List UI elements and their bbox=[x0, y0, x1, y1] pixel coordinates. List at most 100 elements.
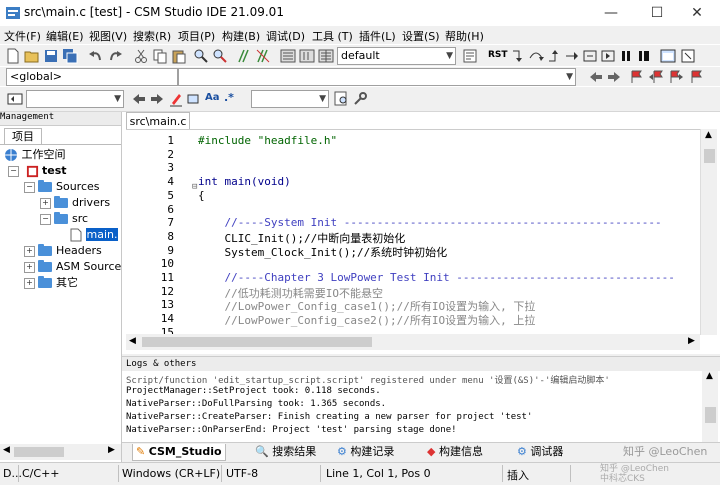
tree-src[interactable]: − src bbox=[40, 211, 88, 227]
tab-build-messages[interactable]: ◆ 构建信息 bbox=[424, 444, 486, 460]
editor-vscrollbar[interactable]: ▲ bbox=[700, 129, 717, 335]
collapse-icon[interactable]: − bbox=[24, 181, 35, 193]
wrench-icon[interactable] bbox=[352, 91, 368, 107]
rebuild-icon[interactable] bbox=[299, 48, 315, 64]
collapse-icon[interactable]: − bbox=[40, 213, 51, 225]
regex-button[interactable]: .* bbox=[224, 91, 234, 104]
menu-view[interactable]: 视图(V) bbox=[89, 28, 127, 44]
scroll-left-icon[interactable]: ◀ bbox=[129, 336, 136, 346]
highlight-icon[interactable] bbox=[168, 91, 184, 107]
tree-asm[interactable]: + ASM Source bbox=[24, 259, 121, 275]
search-files-icon[interactable] bbox=[334, 91, 350, 107]
tree-workspace[interactable]: 工作空间 bbox=[4, 147, 66, 163]
minimize-button[interactable]: — bbox=[588, 0, 634, 26]
build-target-select[interactable]: default ▼ bbox=[337, 47, 456, 65]
scroll-right-icon[interactable]: ▶ bbox=[108, 445, 115, 455]
copy-icon[interactable] bbox=[152, 48, 168, 64]
scroll-up-icon[interactable]: ▲ bbox=[705, 130, 712, 140]
logs-vscrollbar[interactable]: ▲ bbox=[702, 371, 718, 443]
expand-icon[interactable]: + bbox=[24, 277, 35, 289]
menu-plugins[interactable]: 插件(L) bbox=[359, 28, 396, 44]
bookmark-icon[interactable] bbox=[628, 69, 644, 85]
search-back-icon[interactable] bbox=[131, 91, 147, 107]
scope-select[interactable]: <global> bbox=[6, 68, 178, 86]
menu-help[interactable]: 帮助(H) bbox=[445, 28, 484, 44]
menu-settings[interactable]: 设置(S) bbox=[402, 28, 440, 44]
pause-icon[interactable] bbox=[618, 48, 634, 64]
tree-project-test[interactable]: − test bbox=[8, 163, 67, 179]
jump-back-icon[interactable] bbox=[588, 69, 604, 85]
scroll-thumb[interactable] bbox=[14, 447, 64, 457]
menu-search[interactable]: 搜索(R) bbox=[133, 28, 171, 44]
uncomment-icon[interactable] bbox=[255, 48, 271, 64]
undo-icon[interactable] bbox=[88, 48, 104, 64]
next-bookmark-icon[interactable] bbox=[668, 69, 684, 85]
debug-windows-icon[interactable] bbox=[660, 48, 676, 64]
scroll-thumb[interactable] bbox=[142, 337, 372, 347]
paste-icon[interactable] bbox=[171, 48, 187, 64]
search-input[interactable]: ▼ bbox=[26, 90, 124, 108]
build-all-icon[interactable] bbox=[318, 48, 334, 64]
comment-icon[interactable] bbox=[236, 48, 252, 64]
target-options-icon[interactable] bbox=[462, 48, 478, 64]
tab-build-log[interactable]: ⚙ 构建记录 bbox=[334, 444, 397, 460]
redo-icon[interactable] bbox=[107, 48, 123, 64]
prev-bookmark-icon[interactable] bbox=[648, 69, 664, 85]
expand-icon[interactable]: + bbox=[24, 245, 35, 257]
code-editor[interactable]: 1 2 3 4 5 6 7 8 9 10 11 12 13 14 15 #include "headfile… bbox=[126, 129, 702, 336]
menu-debug[interactable]: 调试(D) bbox=[266, 28, 305, 44]
menu-file[interactable]: 文件(F) bbox=[4, 28, 41, 44]
scroll-thumb[interactable] bbox=[704, 149, 715, 163]
replace-icon[interactable] bbox=[212, 48, 228, 64]
menu-tools[interactable]: 工具 (T) bbox=[312, 28, 353, 44]
clear-bookmarks-icon[interactable] bbox=[688, 69, 704, 85]
collapse-icon[interactable]: − bbox=[8, 165, 19, 177]
match-case-button[interactable]: Aa bbox=[205, 92, 220, 103]
tab-search-results[interactable]: 🔍 搜索结果 bbox=[252, 444, 319, 460]
scroll-left-icon[interactable]: ◀ bbox=[3, 445, 10, 455]
step-over-icon[interactable] bbox=[528, 48, 544, 64]
menu-build[interactable]: 构建(B) bbox=[222, 28, 260, 44]
tab-project[interactable]: 项目 bbox=[4, 128, 42, 145]
selected-text-icon[interactable] bbox=[186, 91, 202, 107]
save-all-icon[interactable] bbox=[62, 48, 78, 64]
search-forward-icon[interactable] bbox=[149, 91, 165, 107]
tree-headers[interactable]: + Headers bbox=[24, 243, 102, 259]
scroll-thumb[interactable] bbox=[705, 407, 716, 423]
tab-main-c[interactable]: src\main.c bbox=[126, 112, 190, 130]
tree-other[interactable]: + 其它 bbox=[24, 275, 78, 291]
menu-project[interactable]: 项目(P) bbox=[178, 28, 215, 44]
save-icon[interactable] bbox=[43, 48, 59, 64]
search-toggle-icon[interactable] bbox=[7, 91, 23, 107]
cut-icon[interactable] bbox=[133, 48, 149, 64]
tab-overflow[interactable]: 知乎 @LeoChen bbox=[620, 444, 710, 460]
next-line-icon[interactable] bbox=[582, 48, 598, 64]
menu-edit[interactable]: 编辑(E) bbox=[46, 28, 84, 44]
expand-icon[interactable]: + bbox=[24, 261, 35, 273]
stop-icon[interactable] bbox=[636, 48, 652, 64]
find-icon[interactable] bbox=[193, 48, 209, 64]
tree-drivers[interactable]: + drivers bbox=[40, 195, 110, 211]
open-file-icon[interactable] bbox=[24, 48, 40, 64]
reset-button[interactable]: RST bbox=[488, 50, 508, 60]
tab-csm-studio[interactable]: ✎ CSM_Studio bbox=[132, 444, 226, 461]
step-into-icon[interactable] bbox=[510, 48, 526, 64]
editor-hscrollbar[interactable]: ◀ ▶ bbox=[126, 334, 700, 350]
tab-debugger[interactable]: ⚙ 调试器 bbox=[514, 444, 566, 460]
scroll-up-icon[interactable]: ▲ bbox=[706, 371, 713, 381]
next-instruction-icon[interactable] bbox=[600, 48, 616, 64]
function-select[interactable]: ▼ bbox=[178, 68, 576, 86]
info-icon[interactable] bbox=[680, 48, 696, 64]
tree-sources[interactable]: − Sources bbox=[24, 179, 100, 195]
new-file-icon[interactable] bbox=[5, 48, 21, 64]
step-out-icon[interactable] bbox=[546, 48, 562, 64]
run-to-cursor-icon[interactable] bbox=[564, 48, 580, 64]
jump-forward-icon[interactable] bbox=[606, 69, 622, 85]
expand-icon[interactable]: + bbox=[40, 197, 51, 209]
close-button[interactable]: ✕ bbox=[674, 0, 720, 26]
search-scope-select[interactable]: ▼ bbox=[251, 90, 329, 108]
fold-marker-icon[interactable]: ⊟ bbox=[192, 182, 197, 192]
panel-hscrollbar[interactable]: ◀ ▶ bbox=[0, 444, 121, 460]
tree-main-file[interactable]: main. bbox=[70, 227, 119, 243]
scroll-right-icon[interactable]: ▶ bbox=[688, 336, 695, 346]
